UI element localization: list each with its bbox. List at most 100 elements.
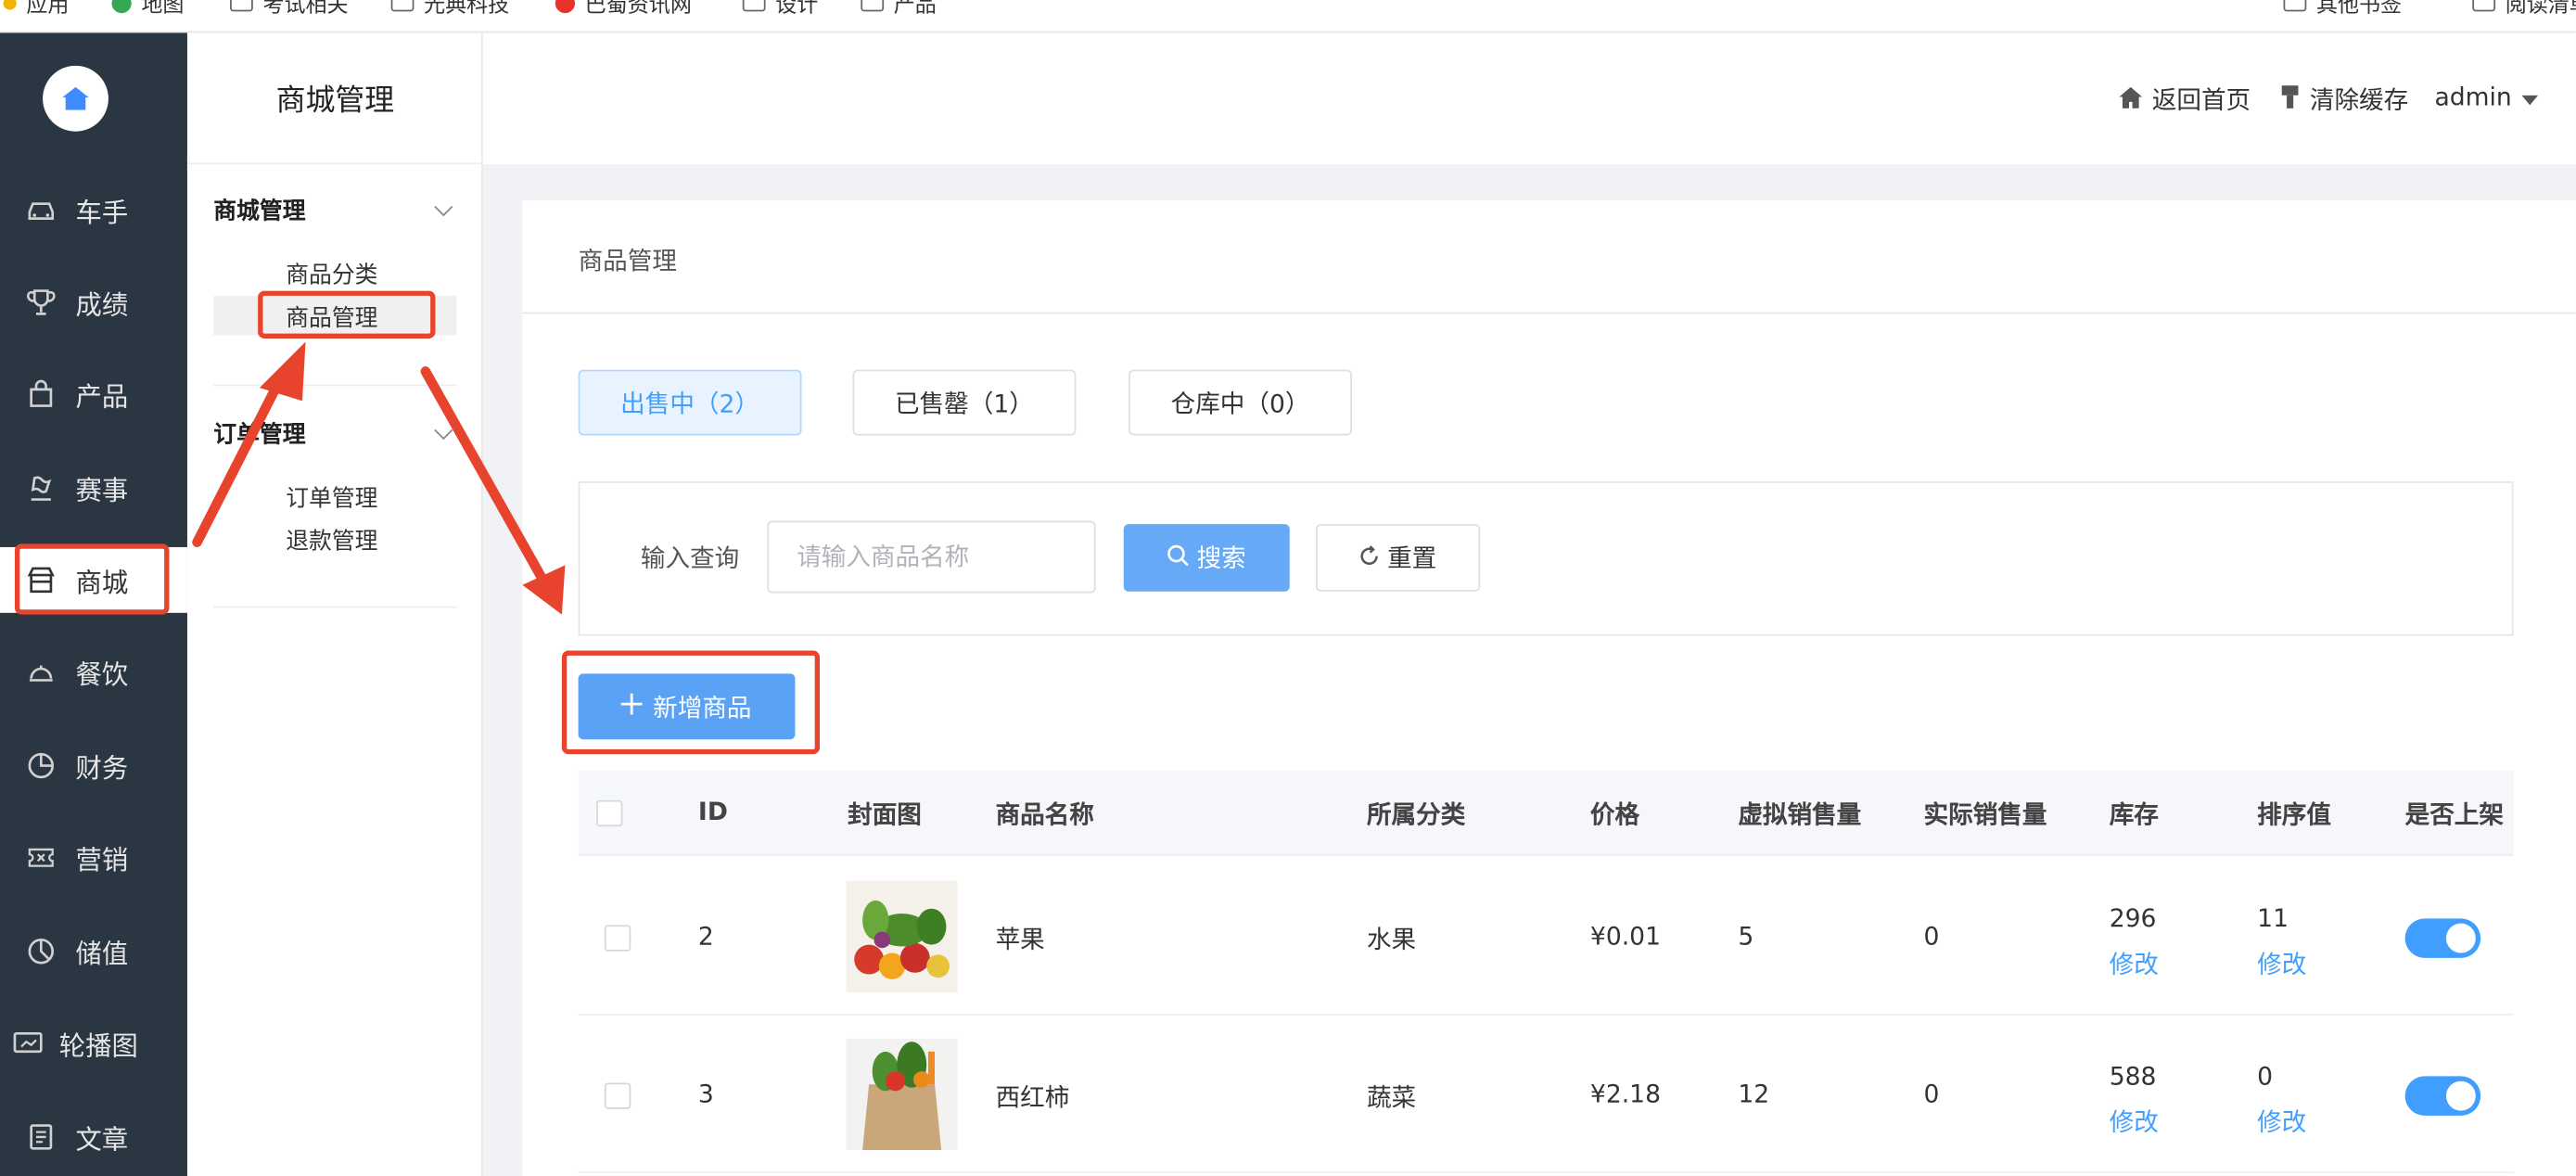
column-header-on-shelf: 是否上架 [2404, 799, 2504, 830]
bookmark-reading-list[interactable]: 阅读清单 [2472, 0, 2576, 18]
bookmark-apps[interactable]: 应用 [3, 0, 70, 18]
carousel-icon [13, 1029, 43, 1058]
sidebar-item-articles[interactable]: 文章 [0, 1105, 187, 1170]
folder-icon [230, 0, 253, 12]
search-input[interactable] [767, 520, 1096, 594]
tab-in-warehouse[interactable]: 仓库中（0） [1129, 369, 1353, 436]
app-root: 应用 地图 考试相关 光典科技 巴蜀资讯网 设计 产品 其他书签 阅读清单 车手… [0, 0, 2576, 1176]
bookmark-folder[interactable]: 设计 [742, 0, 818, 18]
column-header-price: 价格 [1589, 799, 1640, 830]
sidebar-item-label: 轮播图 [58, 1029, 138, 1062]
sidebar-item-results[interactable]: 成绩 [0, 270, 187, 336]
apps-icon [3, 0, 17, 9]
trophy-icon [26, 288, 56, 317]
divider [213, 606, 457, 608]
sidebar-item-carousel[interactable]: 轮播图 [0, 1011, 187, 1077]
sidebar-item-label: 餐饮 [75, 658, 129, 691]
column-header-sort: 排序值 [2257, 799, 2331, 830]
column-header-virtual-sales: 虚拟销售量 [1738, 799, 1862, 830]
row-checkbox[interactable] [604, 1082, 631, 1109]
edit-stock-link[interactable]: 修改 [2110, 946, 2159, 980]
sidebar-item-label: 储值 [75, 938, 129, 970]
folder-icon [861, 0, 885, 12]
submenu-item-refunds[interactable]: 退款管理 [286, 524, 377, 556]
cell-virtual-sales: 12 [1738, 1079, 1770, 1109]
home-link[interactable]: 返回首页 [2119, 83, 2251, 117]
bookmark-folder[interactable]: 考试相关 [230, 0, 349, 18]
cell-price: ¥2.18 [1589, 1079, 1662, 1109]
search-button[interactable]: 搜索 [1123, 524, 1290, 592]
sidebar-item-label: 营销 [75, 844, 129, 876]
bag-icon [26, 379, 56, 409]
sidebar-item-events[interactable]: 赛事 [0, 455, 187, 521]
sub-sidebar: 商城管理 商城管理 商品分类 商品管理 订单管理 订单管理 退款管理 [186, 32, 483, 1176]
folder-icon [390, 0, 414, 12]
sidebar-item-catering[interactable]: 餐饮 [0, 639, 187, 705]
product-thumbnail[interactable] [846, 880, 958, 993]
cell-sort: 0 [2257, 1061, 2274, 1092]
cell-virtual-sales: 5 [1738, 921, 1754, 952]
bookmark-site[interactable]: 巴蜀资讯网 [555, 0, 692, 18]
cell-name: 西红柿 [995, 1082, 1070, 1113]
brush-icon [2280, 84, 2300, 114]
sidebar-item-marketing[interactable]: 营销 [0, 824, 187, 890]
reset-button[interactable]: 重置 [1316, 524, 1481, 592]
column-header-stock: 库存 [2109, 799, 2159, 830]
sidebar-item-label: 财务 [75, 752, 129, 785]
chevron-down-icon [434, 198, 453, 217]
submenu-item-orders[interactable]: 订单管理 [286, 481, 377, 514]
sidebar-item-driver[interactable]: 车手 [0, 177, 187, 243]
edit-stock-link[interactable]: 修改 [2110, 1105, 2159, 1139]
annotation-box-product-management [258, 290, 436, 339]
tab-sold-out[interactable]: 已售罄（1） [852, 369, 1077, 436]
edit-sort-link[interactable]: 修改 [2257, 1105, 2306, 1139]
bookmark-folder[interactable]: 光典科技 [390, 0, 509, 18]
search-label: 输入查询 [640, 543, 740, 574]
divider [213, 384, 457, 387]
ticket-icon [26, 843, 56, 873]
edit-sort-link[interactable]: 修改 [2257, 946, 2306, 980]
tab-on-sale[interactable]: 出售中（2） [578, 369, 802, 436]
sidebar-item-label: 文章 [75, 1123, 129, 1156]
cell-stock: 588 [2109, 1061, 2157, 1092]
logo[interactable] [43, 65, 108, 132]
bookmarks-bar: 应用 地图 考试相关 光典科技 巴蜀资讯网 设计 产品 其他书签 阅读清单 [0, 0, 2576, 33]
submenu-group-mall[interactable]: 商城管理 [213, 194, 456, 226]
cell-id: 3 [697, 1079, 714, 1109]
page-title: 商品管理 [578, 246, 677, 276]
bookmark-maps[interactable]: 地图 [111, 0, 184, 18]
cell-actual-sales: 0 [1923, 921, 1940, 952]
sidebar-item-products[interactable]: 产品 [0, 362, 187, 428]
submenu-group-orders[interactable]: 订单管理 [213, 417, 456, 450]
cell-stock: 296 [2109, 903, 2157, 934]
row-checkbox[interactable] [604, 925, 631, 952]
bookmark-folder[interactable]: 产品 [861, 0, 937, 18]
table-header: ID 封面图 商品名称 所属分类 价格 虚拟销售量 实际销售量 库存 排序值 是… [578, 770, 2514, 857]
sidebar-item-label: 车手 [75, 197, 129, 229]
select-all-checkbox[interactable] [596, 799, 623, 827]
maps-icon [111, 0, 132, 13]
top-header: 返回首页 清除缓存 admin [482, 32, 2576, 165]
column-header-name: 商品名称 [995, 799, 1094, 830]
sidebar-item-stored-value[interactable]: 储值 [0, 918, 187, 984]
site-icon [555, 0, 576, 13]
wallet-icon [26, 937, 56, 966]
home-logo-icon [62, 86, 89, 110]
sidebar-item-finance[interactable]: 财务 [0, 733, 187, 799]
sidebar-item-label: 成绩 [75, 288, 129, 321]
sub-sidebar-title: 商城管理 [186, 32, 483, 165]
car-icon [26, 196, 56, 225]
clear-cache-button[interactable]: 清除缓存 [2280, 83, 2408, 117]
bookmark-other[interactable]: 其他书签 [2283, 0, 2402, 18]
column-header-category: 所属分类 [1366, 799, 1466, 830]
column-header-actual-sales: 实际销售量 [1923, 799, 2047, 830]
column-header-id: ID [697, 797, 728, 827]
product-thumbnail[interactable] [846, 1038, 958, 1151]
submenu-item-category[interactable]: 商品分类 [286, 258, 377, 290]
user-menu[interactable]: admin [2435, 83, 2539, 111]
dish-icon [26, 658, 56, 687]
on-shelf-toggle[interactable] [2404, 1076, 2481, 1116]
sidebar-item-label: 赛事 [75, 474, 129, 506]
on-shelf-toggle[interactable] [2404, 918, 2481, 958]
divider [522, 312, 2576, 314]
